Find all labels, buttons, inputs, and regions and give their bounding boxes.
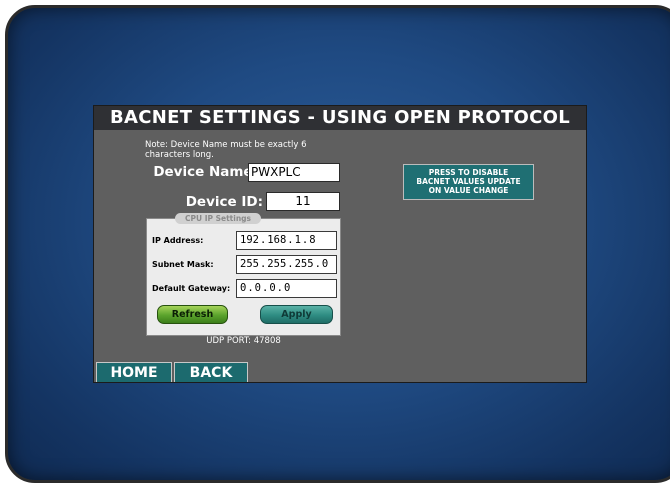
ip-octet-2[interactable]: 168	[267, 234, 286, 246]
device-name-field[interactable]: PWXPLC	[248, 163, 340, 182]
disable-button-line-3: ON VALUE CHANGE	[428, 186, 509, 195]
hmi-screen: BACNET SETTINGS - USING OPEN PROTOCOL No…	[93, 105, 587, 383]
gateway-octet-4[interactable]: 0	[284, 282, 290, 294]
gateway-octet-3[interactable]: 0	[269, 282, 275, 294]
home-button[interactable]: HOME	[96, 362, 172, 382]
apply-button[interactable]: Apply	[260, 305, 333, 324]
page-title: BACNET SETTINGS - USING OPEN PROTOCOL	[94, 106, 586, 130]
disable-button-line-1: PRESS TO DISABLE	[428, 168, 509, 177]
subnet-octet-2[interactable]: 255	[267, 258, 286, 270]
back-button[interactable]: BACK	[174, 362, 248, 382]
refresh-button[interactable]: Refresh	[157, 305, 228, 324]
disable-bacnet-update-button[interactable]: PRESS TO DISABLE BACNET VALUES UPDATE ON…	[403, 164, 534, 200]
device-name-note: Note: Device Name must be exactly 6 char…	[145, 140, 307, 160]
subnet-mask-field[interactable]: 255.255.255.0	[236, 255, 337, 274]
default-gateway-label: Default Gateway:	[152, 284, 231, 293]
ip-octet-3[interactable]: 1	[295, 234, 301, 246]
cpu-ip-settings-title: CPU IP Settings	[175, 213, 262, 224]
ip-octet-4[interactable]: 8	[309, 234, 315, 246]
udp-port-label: UDP PORT: 47808	[206, 336, 281, 346]
device-name-label: Device Name:	[153, 164, 258, 180]
ip-address-label: IP Address:	[152, 236, 204, 245]
disable-button-line-2: BACNET VALUES UPDATE	[416, 177, 521, 186]
device-id-label: Device ID:	[185, 194, 263, 210]
device-id-field[interactable]: 11	[266, 192, 340, 211]
ip-address-field[interactable]: 192.168.1.8	[236, 231, 337, 250]
subnet-octet-3[interactable]: 255	[295, 258, 314, 270]
ip-octet-1[interactable]: 192	[240, 234, 259, 246]
default-gateway-field[interactable]: 0.0.0.0	[236, 279, 337, 298]
cpu-ip-settings-panel: CPU IP Settings IP Address: 192.168.1.8 …	[146, 213, 341, 336]
subnet-octet-1[interactable]: 255	[240, 258, 259, 270]
subnet-mask-label: Subnet Mask:	[152, 260, 214, 269]
subnet-octet-4[interactable]: 0	[322, 258, 328, 270]
